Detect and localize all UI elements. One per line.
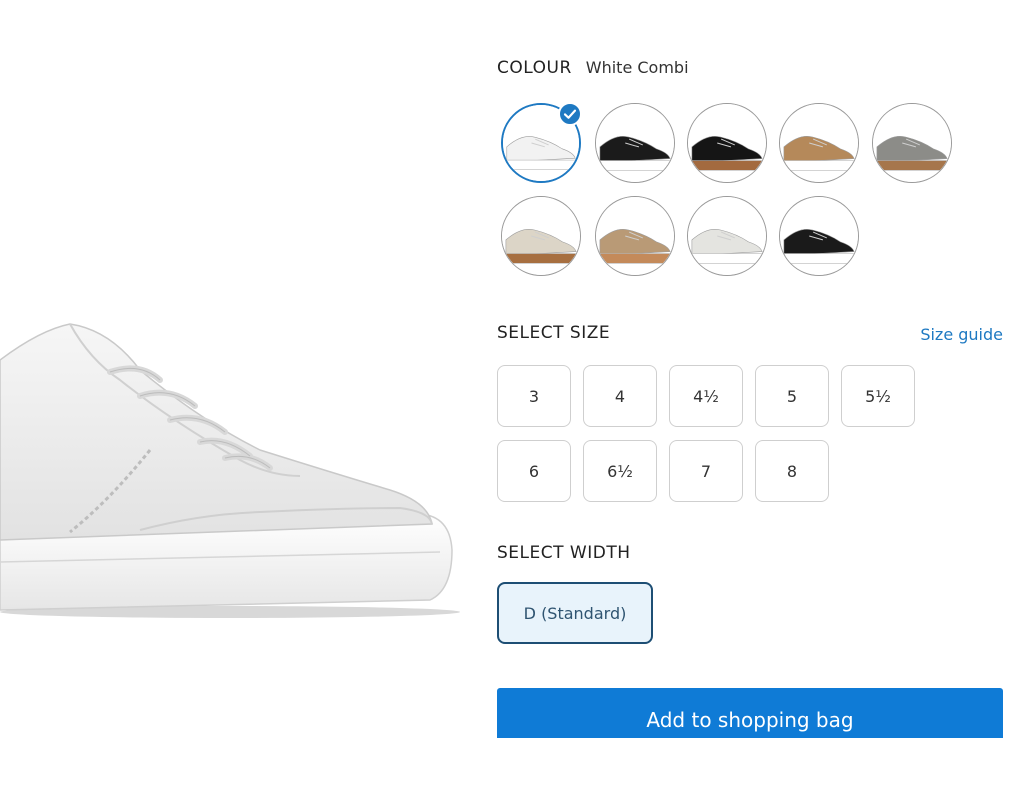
- colour-swatch-metallic-bronze[interactable]: [595, 196, 675, 276]
- size-option-button[interactable]: 6½: [583, 440, 657, 502]
- size-option-button[interactable]: 5: [755, 365, 829, 427]
- colour-swatch-grey-gum-sole[interactable]: [872, 103, 952, 183]
- colour-swatch-off-white[interactable]: [687, 196, 767, 276]
- colour-label: COLOUR: [497, 58, 572, 78]
- size-option-button[interactable]: 7: [669, 440, 743, 502]
- select-width-label: SELECT WIDTH: [497, 543, 631, 563]
- size-guide-link[interactable]: Size guide: [920, 325, 1003, 344]
- colour-swatch-beige-gum-sole[interactable]: [501, 196, 581, 276]
- product-options-panel: COLOUR White Combi SELECT SIZE Size guid…: [497, 0, 1003, 800]
- colour-swatch-white[interactable]: [501, 102, 582, 183]
- swatch-shoe-thumbnail: [688, 197, 766, 275]
- swatch-shoe-thumbnail: [596, 197, 674, 275]
- colour-row: COLOUR White Combi: [497, 58, 689, 78]
- swatch-shoe-thumbnail: [780, 197, 858, 275]
- size-option-button[interactable]: 5½: [841, 365, 915, 427]
- colour-swatch-black-gum-sole[interactable]: [687, 103, 767, 183]
- select-size-label: SELECT SIZE: [497, 323, 611, 343]
- colour-swatch-leopard[interactable]: [779, 103, 859, 183]
- size-option-button[interactable]: 6: [497, 440, 571, 502]
- add-to-bag-button[interactable]: Add to shopping bag: [497, 688, 1003, 738]
- size-option-button[interactable]: 8: [755, 440, 829, 502]
- selected-check-icon: [558, 102, 582, 126]
- swatch-shoe-thumbnail: [596, 104, 674, 182]
- selected-colour-name: White Combi: [585, 58, 689, 77]
- size-option-button[interactable]: 3: [497, 365, 571, 427]
- colour-swatch-black[interactable]: [779, 196, 859, 276]
- product-image: [0, 300, 460, 640]
- size-option-button[interactable]: 4½: [669, 365, 743, 427]
- colour-swatch-black-white-sole[interactable]: [595, 103, 675, 183]
- swatch-shoe-thumbnail: [780, 104, 858, 182]
- size-option-button[interactable]: 4: [583, 365, 657, 427]
- swatch-shoe-thumbnail: [873, 104, 951, 182]
- swatch-shoe-thumbnail: [502, 197, 580, 275]
- width-option-standard[interactable]: D (Standard): [497, 582, 653, 644]
- swatch-shoe-thumbnail: [688, 104, 766, 182]
